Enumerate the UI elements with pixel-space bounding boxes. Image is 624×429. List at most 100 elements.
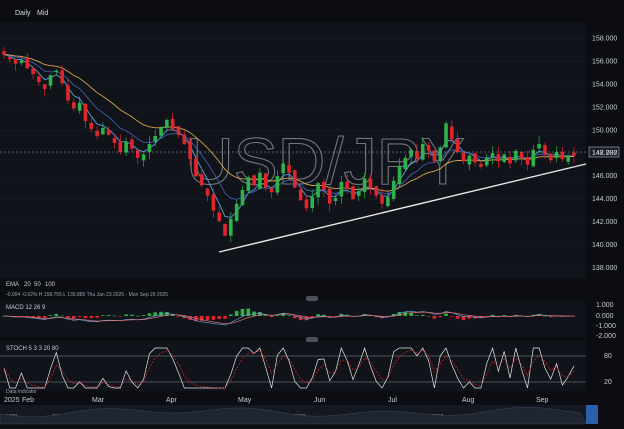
candle-body (229, 218, 233, 236)
macd-histogram-bar (415, 315, 419, 316)
candle-body (199, 174, 204, 186)
candle-body (258, 172, 262, 189)
candle-body (106, 129, 111, 135)
candle-body (130, 139, 134, 149)
candle-body (252, 175, 256, 186)
candle-body (444, 123, 448, 148)
candle-body (566, 155, 570, 162)
candle-body (467, 155, 472, 165)
stoch-label: STOCH 5 3 3 20 80 (6, 346, 59, 352)
candle-body (316, 183, 320, 198)
y-tick-label: 148.000 (592, 150, 617, 157)
month-label: Aug (462, 397, 475, 404)
panel-resize-handle-2[interactable] (306, 337, 318, 342)
panel-resize-handle[interactable] (306, 296, 318, 301)
candle-body (560, 151, 565, 159)
macd-histogram-bar (438, 316, 443, 317)
macd-histogram-bar (71, 316, 76, 319)
candle-body (327, 188, 332, 204)
candle-body (339, 181, 344, 197)
macd-histogram-bar (135, 315, 140, 317)
candle-body (484, 157, 489, 166)
candle-body (60, 70, 64, 84)
candle-body (287, 165, 291, 173)
candle-body (508, 156, 512, 164)
macd-histogram-bar (426, 316, 431, 317)
macd-histogram-bar (95, 316, 99, 318)
macd-histogram-bar (269, 316, 274, 318)
macd-histogram-bar (316, 314, 320, 316)
candle-body (95, 130, 99, 137)
macd-histogram-bar (176, 316, 181, 317)
macd-histogram-bar (229, 314, 233, 316)
candle-body (153, 136, 158, 142)
ema-legend-50: 50 (34, 282, 41, 288)
macd-histogram-bar (147, 313, 152, 316)
candle-body (54, 70, 59, 73)
candle-body (19, 60, 24, 64)
macd-tick-label: 1.000 (596, 302, 614, 309)
candle-body (438, 147, 443, 162)
candle-body (246, 177, 251, 191)
month-label: Jun (314, 397, 325, 404)
macd-histogram-bar (48, 315, 53, 316)
candle-body (322, 181, 326, 190)
macd-histogram-bar (77, 316, 82, 317)
month-label: Feb (22, 397, 34, 404)
candle-body (362, 178, 367, 192)
macd-histogram-bar (118, 316, 123, 317)
ohlc-readout: -0.004 -0.62% H 158.755 L 139.885 Thu Ja… (6, 292, 168, 298)
y-tick-label: 158.000 (592, 35, 617, 42)
data-indicator-label: Data indicator (6, 389, 37, 395)
candle-body (240, 189, 245, 206)
candle-body (8, 57, 12, 60)
candle-body (473, 153, 477, 163)
candle-body (135, 150, 140, 158)
candle-body (37, 76, 41, 83)
macd-histogram-bar (130, 314, 134, 316)
navigator-handle[interactable] (586, 405, 598, 424)
macd-tick-label: -2.000 (596, 333, 616, 340)
candle-body (182, 134, 187, 145)
macd-histogram-bar (240, 308, 245, 316)
macd-histogram-bar (223, 316, 227, 319)
macd-histogram-bar (112, 315, 117, 317)
candle-body (426, 145, 431, 151)
candle-body (124, 141, 128, 153)
macd-histogram-bar (205, 316, 210, 320)
candle-body (223, 224, 227, 236)
candle-body (83, 103, 88, 122)
candle-body (48, 75, 53, 86)
stoch-tick-label: 20 (604, 379, 612, 386)
macd-tick-label: 0.000 (596, 313, 614, 320)
y-tick-label: 140.000 (592, 242, 617, 249)
candle-body (298, 189, 303, 201)
macd-histogram-bar (543, 315, 547, 317)
candle-body (13, 59, 18, 64)
candle-body (170, 118, 175, 130)
candle-body (479, 163, 483, 168)
candle-body (42, 84, 47, 89)
macd-histogram-bar (101, 315, 105, 316)
price-chart[interactable]: USD/JPY 147.787 158.000156.000154.000152… (0, 0, 624, 429)
candle-body (310, 196, 315, 209)
candle-body (554, 152, 559, 158)
candle-body (514, 150, 518, 161)
candle-body (89, 122, 94, 130)
candle-body (572, 152, 576, 156)
candle-body (519, 152, 524, 158)
y-tick-label: 152.000 (592, 104, 617, 111)
ema-legend-100: 100 (45, 282, 56, 288)
candle-body (351, 186, 355, 200)
candle-body (386, 196, 390, 207)
candle-body (333, 197, 338, 202)
candle-body (176, 125, 181, 135)
candle-body (281, 163, 285, 174)
candle-body (391, 180, 396, 199)
candle-body (380, 195, 384, 204)
macd-tick-label: -1.000 (596, 323, 616, 330)
y-tick-label: 156.000 (592, 58, 617, 65)
macd-histogram-bar (159, 311, 163, 316)
macd-histogram-bar (234, 310, 239, 316)
candle-body (455, 139, 460, 153)
